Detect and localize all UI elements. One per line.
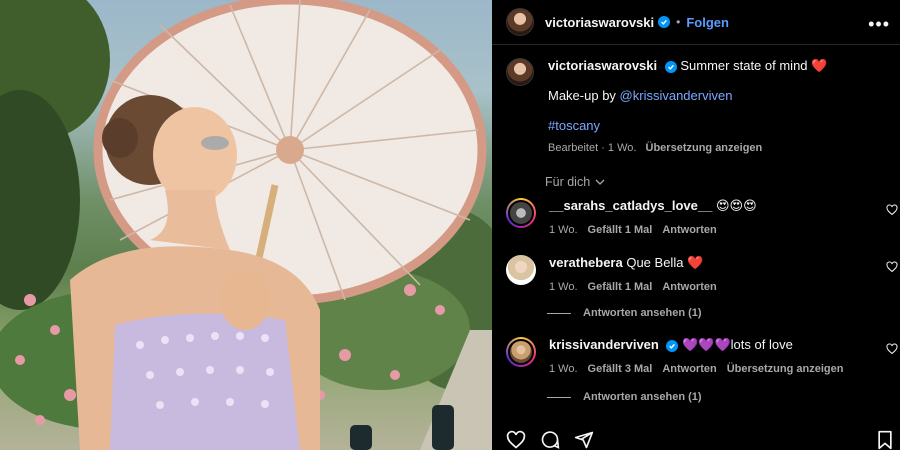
commenter-avatar[interactable]	[506, 255, 536, 285]
replies-divider	[547, 312, 571, 314]
verified-badge-icon	[664, 61, 677, 73]
sort-label: Für dich	[545, 175, 591, 189]
commenter-avatar[interactable]	[506, 337, 536, 367]
edited-time: Bearbeitet · 1 Wo.	[548, 142, 637, 154]
hashtag-link[interactable]: #toscany	[548, 118, 600, 133]
comment-username[interactable]: krissivanderviven	[549, 337, 659, 352]
comment-item: verathebera Que Bella ❤️ 1 Wo. Gefällt 1…	[506, 255, 898, 295]
comment-item: __sarahs_catladys_love__ 😍😍😍 1 Wo. Gefäl…	[506, 198, 898, 238]
action-bar	[506, 430, 886, 450]
comment-text: 💜💜💜lots of love	[682, 337, 793, 352]
translate-link[interactable]: Übersetzung anzeigen	[727, 361, 844, 377]
separator: •	[676, 15, 681, 29]
comment-likes[interactable]: Gefällt 3 Mal	[588, 361, 653, 377]
comment-time: 1 Wo.	[549, 281, 578, 293]
caption-avatar[interactable]	[506, 58, 534, 86]
comment-time: 1 Wo.	[549, 224, 578, 236]
bookmark-icon[interactable]	[876, 430, 894, 450]
view-replies-label: Antworten ansehen (1)	[583, 391, 702, 403]
post-photo[interactable]	[0, 0, 492, 450]
replies-divider	[547, 396, 571, 398]
post-sidebar: victoriaswarovski • Folgen ••• victorias…	[492, 0, 900, 450]
caption-heart: ❤️	[811, 58, 828, 73]
comment-likes[interactable]: Gefällt 1 Mal	[588, 222, 653, 238]
makeup-credit: Make-up by	[548, 88, 620, 103]
comment-item: krissivanderviven 💜💜💜lots of love 1 Wo. …	[506, 337, 898, 377]
photo-illustration	[0, 0, 492, 450]
caption-username[interactable]: victoriaswarovski	[548, 58, 657, 73]
view-replies-button[interactable]: Antworten ansehen (1)	[547, 391, 702, 403]
comment-username[interactable]: __sarahs_catladys_love__	[549, 198, 712, 213]
heart-icon[interactable]	[886, 343, 898, 355]
more-options-icon[interactable]: •••	[868, 14, 890, 35]
author-username[interactable]: victoriaswarovski	[545, 15, 654, 30]
chevron-down-icon	[595, 179, 605, 185]
comment-time: 1 Wo.	[549, 363, 578, 375]
comment-text: 😍😍😍	[715, 198, 757, 213]
share-icon[interactable]	[574, 430, 594, 450]
caption-text: Summer state of mind	[680, 58, 808, 73]
caption: victoriaswarovski Summer state of mind ❤…	[506, 58, 886, 156]
view-replies-label: Antworten ansehen (1)	[583, 307, 702, 319]
post-header: victoriaswarovski • Folgen •••	[492, 0, 900, 45]
mention-link[interactable]: @krissivanderviven	[620, 88, 733, 103]
heart-icon[interactable]	[886, 204, 898, 216]
post-viewer: victoriaswarovski • Folgen ••• victorias…	[0, 0, 900, 450]
translate-link[interactable]: Übersetzung anzeigen	[646, 142, 763, 154]
verified-badge-icon	[658, 16, 671, 28]
author-avatar[interactable]	[506, 8, 534, 36]
view-replies-button[interactable]: Antworten ansehen (1)	[547, 307, 702, 319]
comment-text: Que Bella ❤️	[626, 255, 704, 270]
reply-button[interactable]: Antworten	[662, 361, 716, 377]
heart-icon[interactable]	[886, 261, 898, 273]
verified-badge-icon	[666, 340, 679, 352]
comment-icon[interactable]	[540, 430, 560, 450]
reply-button[interactable]: Antworten	[662, 222, 716, 238]
comment-sort-dropdown[interactable]: Für dich	[545, 175, 605, 189]
follow-button[interactable]: Folgen	[686, 15, 729, 30]
commenter-avatar[interactable]	[506, 198, 536, 228]
heart-icon[interactable]	[506, 430, 526, 450]
reply-button[interactable]: Antworten	[662, 279, 716, 295]
comment-username[interactable]: verathebera	[549, 255, 623, 270]
comment-likes[interactable]: Gefällt 1 Mal	[588, 279, 653, 295]
